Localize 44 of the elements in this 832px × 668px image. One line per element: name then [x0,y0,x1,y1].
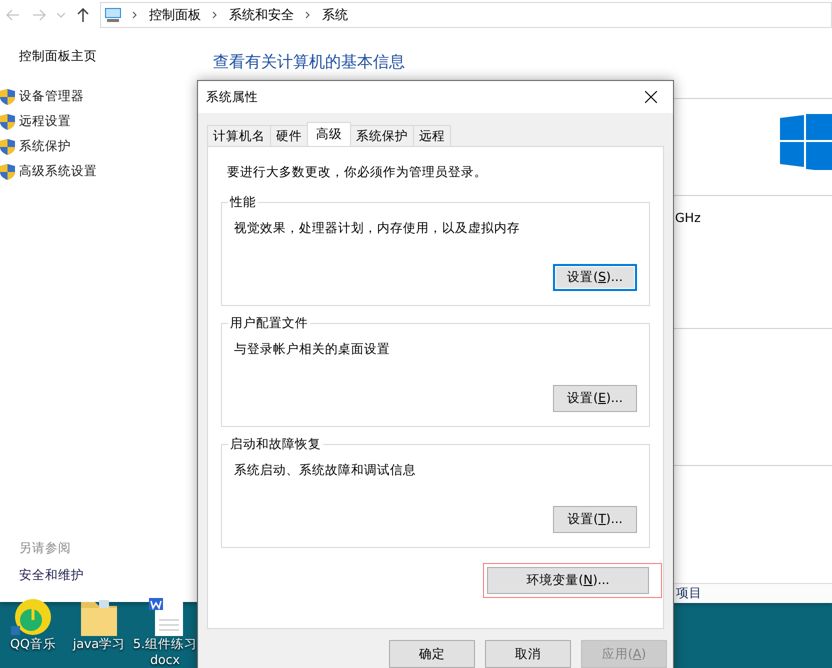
section-label: 另请参阅 [19,540,72,557]
shield-icon [0,138,15,154]
chevron-icon [131,11,139,19]
shield-icon [0,114,15,130]
status-text: 项目 [676,585,702,601]
breadcrumb-item[interactable]: 系统 [322,6,348,24]
group-title: 启动和故障恢复 [228,436,323,453]
group-description: 视觉效果，处理器计划，内存使用，以及虚拟内存 [234,220,520,237]
dialog-button[interactable]: 确定 [389,640,475,668]
page-heading: 查看有关计算机的基本信息 [213,52,405,73]
group-title: 性能 [228,194,258,211]
computer-icon [105,8,121,22]
dialog-button[interactable]: 取消 [485,640,571,668]
sidebar-link[interactable]: 设备管理器 [19,88,84,105]
tab[interactable]: 远程 [413,125,451,146]
sidebar-link[interactable]: 系统保护 [19,138,71,155]
settings-button[interactable]: 设置(E)... [553,385,637,412]
tab[interactable]: 高级 [307,122,351,146]
shield-icon [0,164,15,180]
group-title: 用户配置文件 [228,315,310,332]
close-icon[interactable] [645,91,657,103]
group-description: 系统启动、系统故障和调试信息 [234,462,416,479]
notice-text: 要进行大多数更改，你必须作为管理员登录。 [227,164,488,181]
processor-speed-text: GHz [675,210,701,225]
settings-button[interactable]: 设置(S)... [553,264,637,291]
breadcrumb-item[interactable]: 系统和安全 [229,6,294,24]
windows-logo-icon [780,114,832,170]
desktop-icon-label[interactable]: QQ音乐 [10,636,56,652]
sidebar-link[interactable]: 安全和维护 [19,567,84,584]
chevron-icon [304,11,312,19]
breadcrumb-item[interactable]: 控制面板 [149,6,201,24]
sidebar-link[interactable]: 远程设置 [19,113,71,130]
dialog-title: 系统属性 [206,88,258,106]
desktop-icon-label[interactable]: java学习 [72,636,126,652]
sidebar-link[interactable]: 控制面板主页 [19,48,197,65]
shield-icon [0,88,15,104]
environment-variables-button[interactable]: 环境变量(N)... [487,567,649,594]
tab[interactable]: 计算机名 [207,125,271,146]
group-description: 与登录帐户相关的桌面设置 [234,341,390,358]
chevron-icon [211,11,219,19]
desktop-icon-label[interactable]: 5.组件练习 docx [133,636,197,668]
sidebar-link[interactable]: 高级系统设置 [19,163,97,180]
address-bar[interactable]: 控制面板 系统和安全 系统 [100,2,832,28]
settings-button[interactable]: 设置(T)... [553,506,637,533]
